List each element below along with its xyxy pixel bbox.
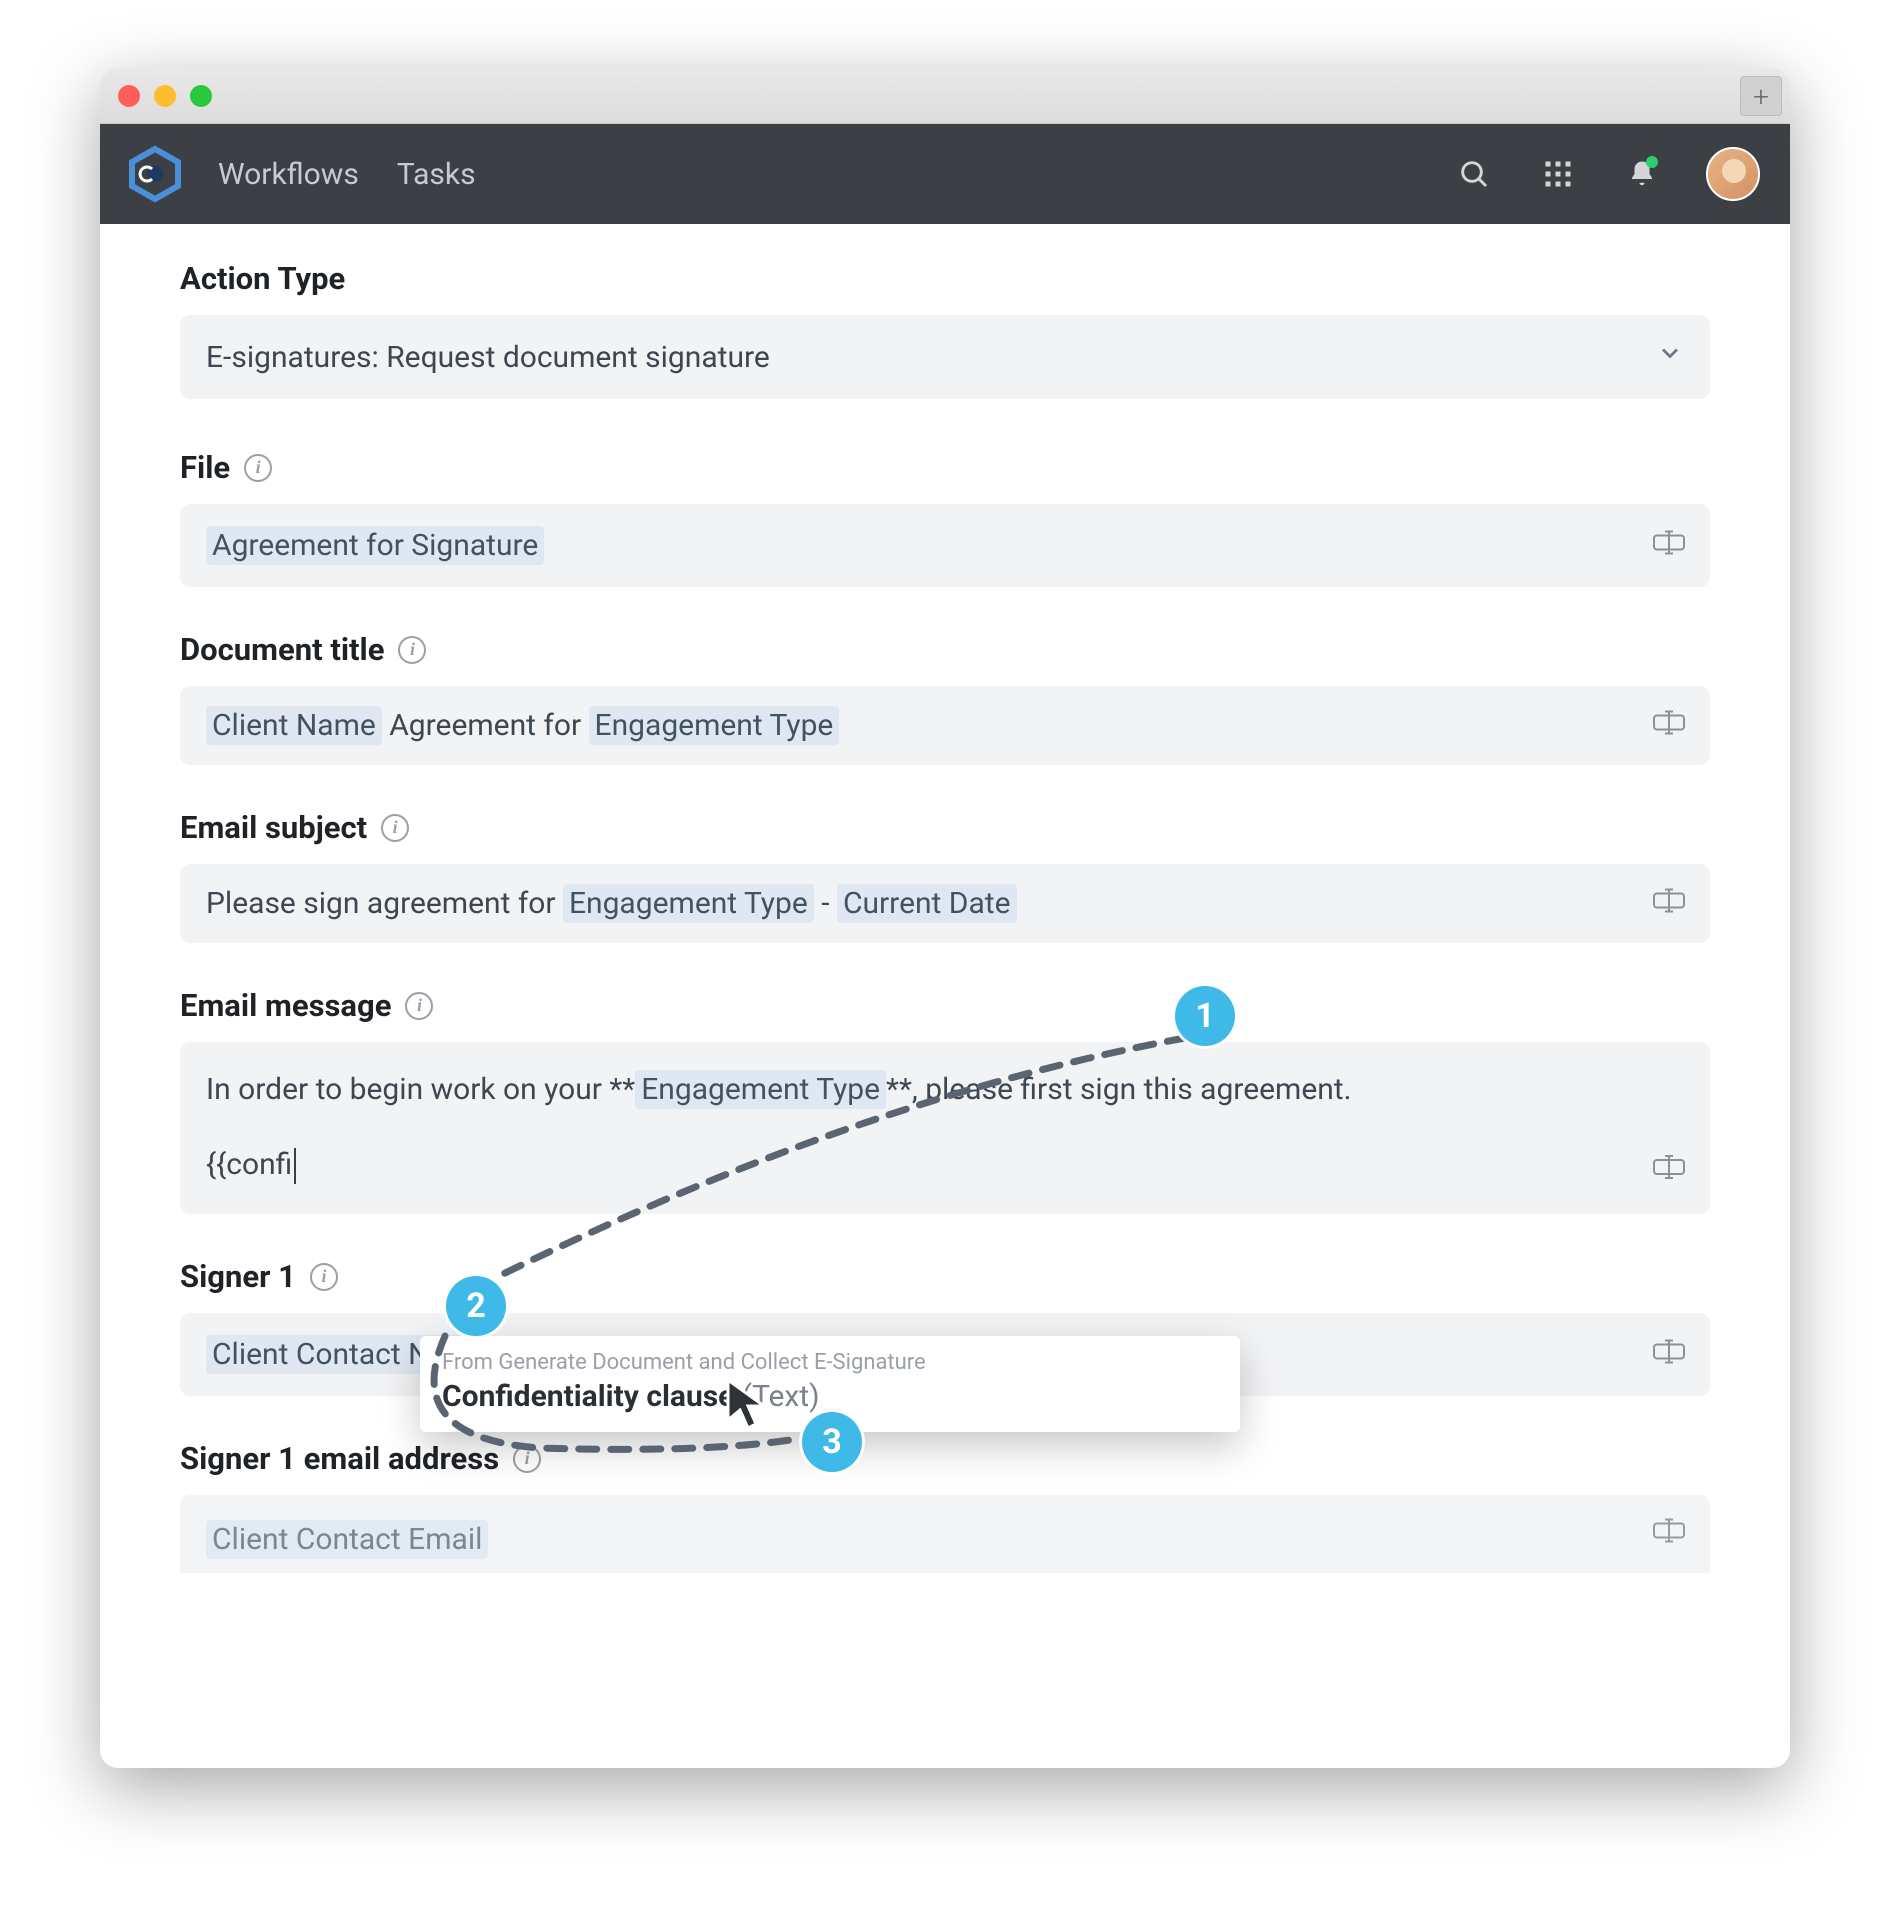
document-title-label: Document title i (180, 631, 1710, 668)
nav-tasks[interactable]: Tasks (397, 157, 476, 192)
maximize-window-icon[interactable] (190, 85, 212, 107)
email-message-label-text: Email message (180, 987, 391, 1024)
autocomplete-item-name: Confidentiality clause (442, 1379, 734, 1414)
minimize-window-icon[interactable] (154, 85, 176, 107)
info-icon[interactable]: i (310, 1263, 338, 1291)
email-message-text: **, please first sign this agreement. (886, 1072, 1351, 1107)
apps-grid-icon[interactable] (1538, 154, 1578, 194)
document-title-mid: Agreement for (382, 708, 589, 743)
action-type-label: Action Type (180, 260, 1710, 297)
insert-variable-icon[interactable] (1652, 1337, 1686, 1372)
nav-workflows[interactable]: Workflows (218, 157, 359, 192)
signer1-email-label-text: Signer 1 email address (180, 1440, 499, 1477)
chevron-down-icon (1656, 339, 1684, 375)
email-subject-mid: - (814, 886, 837, 921)
annotation-callout-1: 1 (1175, 986, 1235, 1046)
insert-variable-icon[interactable] (1652, 1153, 1686, 1188)
search-icon[interactable] (1454, 154, 1494, 194)
notifications-icon[interactable] (1622, 154, 1662, 194)
annotation-callout-2: 2 (446, 1276, 506, 1336)
email-message-typed: {{confi (206, 1147, 292, 1182)
nav-links: Workflows Tasks (218, 157, 476, 192)
email-message-label: Email message i (180, 987, 1710, 1024)
action-type-select[interactable]: E-signatures: Request document signature (180, 315, 1710, 399)
insert-variable-icon[interactable] (1652, 708, 1686, 743)
variable-chip: Engagement Type (563, 884, 814, 923)
top-navigation: Workflows Tasks (100, 124, 1790, 224)
document-title-field[interactable]: Client Name Agreement for Engagement Typ… (180, 686, 1710, 765)
close-window-icon[interactable] (118, 85, 140, 107)
notification-dot-icon (1646, 156, 1658, 168)
info-icon[interactable]: i (244, 454, 272, 482)
info-icon[interactable]: i (398, 636, 426, 664)
action-type-value: E-signatures: Request document signature (206, 340, 770, 375)
email-message-line2: {{confi (206, 1147, 296, 1184)
annotation-callout-3: 3 (802, 1412, 862, 1472)
insert-variable-icon[interactable] (1652, 1517, 1686, 1552)
variable-chip: Client Contact Email (206, 1520, 488, 1559)
variable-chip: Client Name (206, 706, 382, 745)
new-tab-button[interactable]: + (1740, 76, 1782, 116)
window-titlebar: + (100, 68, 1790, 124)
variable-chip: Agreement for Signature (206, 526, 544, 565)
file-field[interactable]: Agreement for Signature (180, 504, 1710, 587)
variable-chip: Current Date (837, 884, 1017, 923)
email-subject-field[interactable]: Please sign agreement for Engagement Typ… (180, 864, 1710, 943)
nav-actions (1454, 147, 1760, 201)
info-icon[interactable]: i (513, 1445, 541, 1473)
mouse-cursor-icon (722, 1376, 770, 1436)
app-window: + Workflows Tasks (100, 68, 1790, 1768)
email-subject-label: Email subject i (180, 809, 1710, 846)
email-message-field[interactable]: In order to begin work on your **Engagem… (180, 1042, 1710, 1214)
signer1-email-label: Signer 1 email address i (180, 1440, 1710, 1477)
info-icon[interactable]: i (381, 814, 409, 842)
insert-variable-icon[interactable] (1652, 528, 1686, 563)
email-subject-pre: Please sign agreement for (206, 886, 563, 921)
autocomplete-item[interactable]: Confidentiality clause (Text) (442, 1379, 1218, 1414)
signer1-email-field[interactable]: Client Contact Email (180, 1495, 1710, 1573)
action-type-label-text: Action Type (180, 260, 345, 297)
user-avatar[interactable] (1706, 147, 1760, 201)
signer1-label-text: Signer 1 (180, 1258, 296, 1295)
autocomplete-source: From Generate Document and Collect E-Sig… (442, 1350, 1218, 1375)
document-title-label-text: Document title (180, 631, 384, 668)
file-label-text: File (180, 449, 230, 486)
signer1-label: Signer 1 i (180, 1258, 1710, 1295)
email-subject-label-text: Email subject (180, 809, 367, 846)
info-icon[interactable]: i (405, 992, 433, 1020)
app-logo-icon[interactable] (126, 145, 184, 203)
window-controls (118, 85, 212, 107)
insert-variable-icon[interactable] (1652, 886, 1686, 921)
email-message-text: In order to begin work on your ** (206, 1072, 635, 1107)
text-cursor-icon (294, 1148, 296, 1184)
variable-chip: Engagement Type (635, 1070, 886, 1109)
file-label: File i (180, 449, 1710, 486)
variable-chip: Engagement Type (589, 706, 840, 745)
email-message-line1: In order to begin work on your **Engagem… (206, 1072, 1352, 1107)
